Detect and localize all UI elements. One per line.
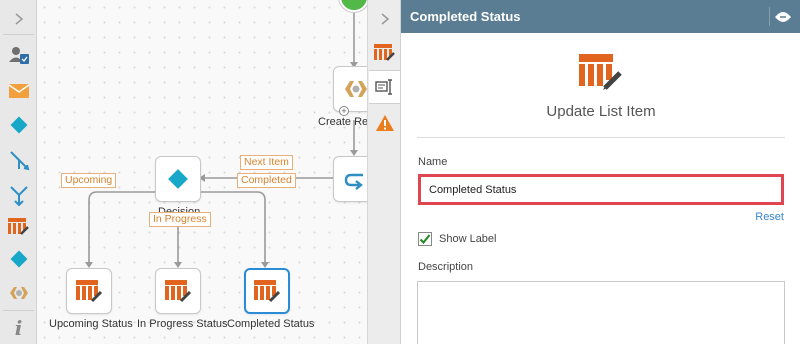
decision-node[interactable] bbox=[155, 156, 201, 202]
update-list-item-icon bbox=[579, 54, 622, 90]
panel-header: Completed Status bbox=[401, 0, 800, 33]
toolbox-email[interactable] bbox=[0, 76, 37, 106]
decision-icon bbox=[10, 250, 27, 268]
merge-icon bbox=[9, 186, 28, 206]
collapse-panel-button[interactable] bbox=[368, 2, 401, 36]
create-item-label: Create Ref bbox=[318, 116, 367, 128]
decision-icon bbox=[10, 116, 27, 134]
toolbox-decision[interactable] bbox=[0, 110, 37, 140]
next-item-tag: Next Item bbox=[240, 155, 293, 170]
properties-icon bbox=[375, 79, 392, 95]
tab-properties[interactable] bbox=[369, 70, 401, 104]
property-tabs bbox=[367, 0, 401, 344]
in-progress-tag: In Progress bbox=[149, 212, 211, 227]
toolbox: i bbox=[0, 0, 37, 344]
update-list-item-icon bbox=[373, 44, 395, 61]
tab-warnings[interactable] bbox=[368, 106, 401, 140]
description-field[interactable] bbox=[417, 281, 785, 344]
checkmark-icon bbox=[419, 234, 431, 245]
expand-toolbox-button[interactable] bbox=[0, 4, 37, 34]
action-hero-icon bbox=[577, 52, 625, 97]
panel-title: Completed Status bbox=[410, 9, 521, 24]
warning-icon bbox=[375, 115, 394, 131]
upcoming-tag: Upcoming bbox=[61, 173, 117, 188]
update-list-item-icon bbox=[165, 280, 192, 303]
loop-icon bbox=[344, 173, 363, 190]
update-list-item-icon bbox=[254, 280, 281, 303]
completed-status-label: Completed Status bbox=[227, 318, 315, 330]
toolbox-info[interactable]: i bbox=[0, 313, 37, 343]
create-item-icon bbox=[345, 81, 367, 97]
upcoming-status-node[interactable] bbox=[66, 268, 112, 314]
upcoming-status-label: Upcoming Status bbox=[49, 318, 133, 330]
toolbox-update-list-item[interactable] bbox=[0, 212, 37, 242]
decision-icon bbox=[168, 169, 188, 189]
action-title: Update List Item bbox=[546, 103, 656, 120]
update-list-item-icon bbox=[7, 218, 29, 235]
completed-status-node[interactable] bbox=[244, 268, 290, 314]
workflow-canvas[interactable]: + Create Ref Decision Next Item Complete… bbox=[37, 0, 367, 344]
reset-link[interactable]: Reset bbox=[755, 211, 784, 223]
show-label-checkbox[interactable] bbox=[418, 232, 432, 246]
add-step-icon[interactable]: + bbox=[339, 106, 349, 116]
name-label: Name bbox=[418, 156, 448, 168]
in-progress-status-label: In Progress Status bbox=[137, 318, 228, 330]
info-icon: i bbox=[14, 316, 23, 340]
create-item-node[interactable] bbox=[333, 66, 367, 112]
completed-tag: Completed bbox=[237, 173, 296, 188]
toolbox-split[interactable] bbox=[0, 145, 37, 175]
divider bbox=[417, 137, 785, 138]
properties-panel: Completed Status Update List Item Name R… bbox=[400, 0, 800, 344]
toolbox-merge[interactable] bbox=[0, 180, 37, 210]
split-icon bbox=[9, 151, 29, 171]
update-list-item-icon bbox=[76, 280, 103, 303]
show-label-text: Show Label bbox=[439, 233, 497, 245]
description-label: Description bbox=[418, 261, 474, 273]
toolbox-user-task[interactable] bbox=[0, 40, 37, 70]
chevron-right-icon bbox=[15, 13, 23, 25]
name-field[interactable] bbox=[418, 174, 784, 205]
tab-action[interactable] bbox=[368, 36, 401, 70]
toolbox-create-item[interactable] bbox=[0, 278, 37, 308]
toolbox-decision-2[interactable] bbox=[0, 244, 37, 274]
collapse-arrows-icon bbox=[774, 11, 791, 22]
user-task-icon bbox=[8, 47, 29, 64]
in-progress-status-node[interactable] bbox=[155, 268, 201, 314]
panel-menu-button[interactable] bbox=[769, 7, 795, 26]
loop-node[interactable] bbox=[333, 156, 367, 202]
email-icon bbox=[8, 84, 29, 98]
chevron-right-icon bbox=[381, 13, 389, 25]
create-item-icon bbox=[9, 287, 28, 299]
